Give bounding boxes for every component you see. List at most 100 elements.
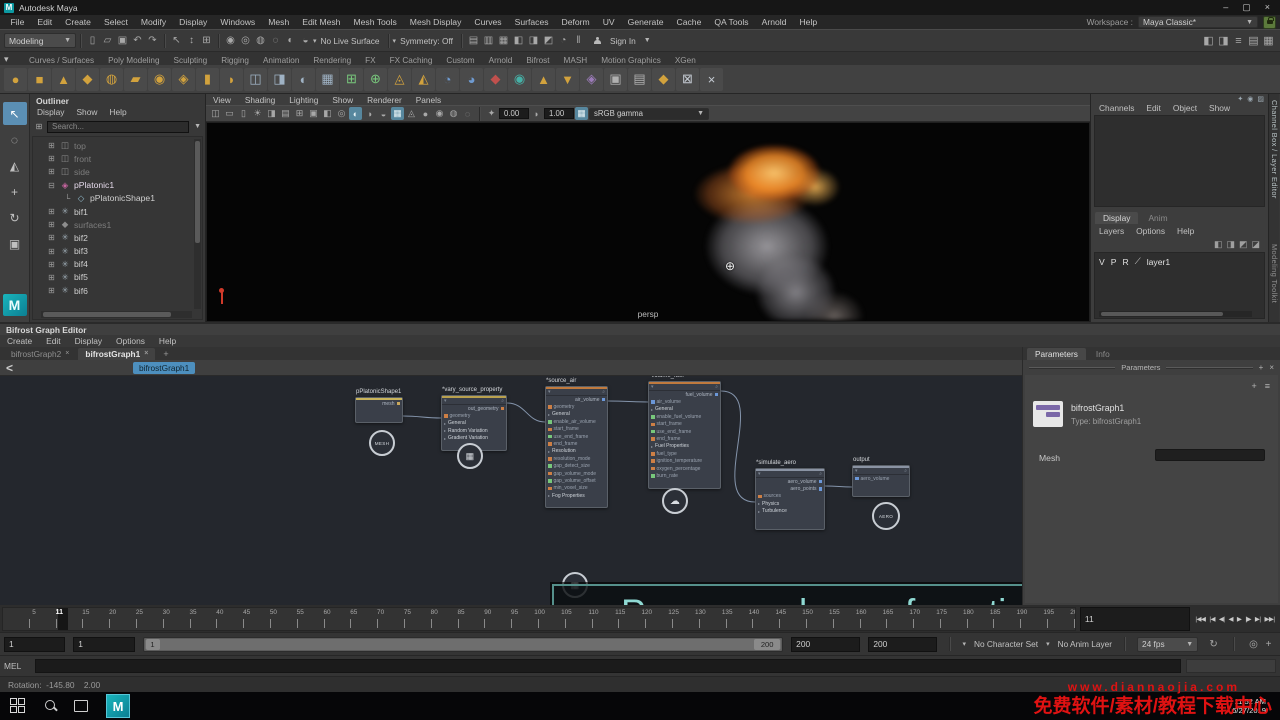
fps-dropdown[interactable]: 24 fps▼: [1137, 637, 1198, 652]
shelf-tool-icon[interactable]: ▲: [52, 68, 75, 91]
shelf-tab[interactable]: Custom: [439, 56, 481, 65]
shelf-tab[interactable]: FX: [358, 56, 382, 65]
graph-editor-menu-item[interactable]: Help: [152, 336, 183, 346]
outliner-item[interactable]: ⊞ ◫ front: [33, 152, 202, 165]
shelf-tool-icon[interactable]: ▮: [196, 68, 219, 91]
tool-button[interactable]: +: [3, 180, 27, 203]
range-end-handle[interactable]: 200: [754, 639, 780, 650]
close-button[interactable]: ×: [1265, 2, 1270, 13]
menu-item[interactable]: Edit Mesh: [296, 17, 347, 27]
pin-icon[interactable]: +: [1259, 363, 1264, 372]
tree-expand-icon[interactable]: ⊞: [47, 220, 56, 229]
outliner-menu-item[interactable]: Help: [104, 107, 131, 117]
node-port[interactable]: gap_volume_mode: [546, 470, 607, 477]
channel-box-corner-icon[interactable]: ◉: [1247, 95, 1253, 103]
node-port[interactable]: start_frame: [649, 421, 720, 428]
file-op-icon[interactable]: ↷: [145, 33, 160, 48]
channel-box-menu-item[interactable]: Channels: [1093, 103, 1140, 113]
channel-box-menu-item[interactable]: Show: [1203, 103, 1236, 113]
shelf-tool-icon[interactable]: ◐: [292, 68, 315, 91]
shelf-tool-icon[interactable]: ◈: [580, 68, 603, 91]
file-op-icon[interactable]: ▯: [85, 33, 100, 48]
menu-item[interactable]: Mesh Tools: [347, 17, 403, 27]
tree-expand-icon[interactable]: ⊞: [47, 233, 56, 242]
node-port[interactable]: burn_rate: [649, 472, 720, 479]
node-port[interactable]: geometry: [546, 403, 607, 410]
channel-box-menu-item[interactable]: Edit: [1140, 103, 1166, 113]
node-port[interactable]: Resolution: [546, 448, 607, 455]
shelf-tool-icon[interactable]: ●: [4, 68, 27, 91]
viewport-toolbar-icon[interactable]: ●: [419, 107, 432, 120]
menu-item[interactable]: Cache: [670, 17, 708, 27]
shelf-tool-icon[interactable]: ▰: [124, 68, 147, 91]
auto-key-icon[interactable]: +: [1261, 637, 1276, 652]
snap-icon[interactable]: ◎: [238, 33, 253, 48]
node-port[interactable]: aero_points: [756, 485, 824, 492]
graph-editor-menu-item[interactable]: Edit: [39, 336, 67, 346]
tab-anim[interactable]: Anim: [1140, 212, 1175, 224]
shelf-tab[interactable]: Poly Modeling: [101, 56, 166, 65]
tab-channel-box-layer-editor[interactable]: Channel Box / Layer Editor: [1270, 100, 1279, 199]
panel-toggle-icon[interactable]: ▦: [1261, 33, 1276, 48]
shelf-tool-icon[interactable]: ⊠: [676, 68, 699, 91]
shelf-tool-icon[interactable]: ◈: [172, 68, 195, 91]
node-port[interactable]: enable_air_volume: [546, 418, 607, 425]
render-icon[interactable]: ◩: [541, 33, 556, 48]
shelf-tab[interactable]: MASH: [557, 56, 595, 65]
menu-item[interactable]: Edit: [31, 17, 59, 27]
layer-color-swatch[interactable]: ⟋: [1135, 256, 1141, 267]
start-button-icon[interactable]: [10, 698, 26, 714]
shelf-tab[interactable]: XGen: [668, 56, 703, 65]
menu-set-dropdown[interactable]: Modeling▼: [4, 33, 76, 48]
node-port[interactable]: Physics: [756, 500, 824, 507]
task-view-icon[interactable]: [74, 700, 88, 712]
shelf-tab[interactable]: Curves / Surfaces: [22, 56, 101, 65]
search-icon[interactable]: [44, 699, 58, 713]
close-icon[interactable]: ×: [1269, 363, 1274, 372]
node-output[interactable]: output ▾⌕ aero_volume: [852, 465, 910, 497]
panel-toggle-icon[interactable]: ◨: [1216, 33, 1231, 48]
node-simulate-aero[interactable]: *simulate_aero ▾⌕ aero_volume aero_point…: [755, 468, 825, 530]
render-icon[interactable]: ▦: [496, 33, 511, 48]
playback-button[interactable]: |▶: [1244, 615, 1253, 623]
snap-icon[interactable]: ◐: [283, 33, 298, 48]
outliner-item[interactable]: ⊟ ◈ pPlatonic1: [33, 179, 202, 192]
shelf-tool-icon[interactable]: ◉: [148, 68, 171, 91]
node-port[interactable]: end_frame: [649, 435, 720, 442]
node-port[interactable]: air_volume: [546, 396, 607, 403]
file-op-icon[interactable]: ▱: [100, 33, 115, 48]
shelf-tool-icon[interactable]: ×: [700, 68, 723, 91]
shelf-tool-icon[interactable]: ◆: [652, 68, 675, 91]
graph-editor-menu-item[interactable]: Create: [0, 336, 39, 346]
menu-item[interactable]: Mesh Display: [403, 17, 468, 27]
viewport-canvas[interactable]: ⊕ persp: [206, 122, 1090, 322]
viewport-toolbar-icon[interactable]: ◫: [209, 107, 222, 120]
render-icon[interactable]: ◧: [511, 33, 526, 48]
outliner-vscrollbar[interactable]: [194, 139, 201, 309]
tab-display[interactable]: Display: [1095, 212, 1138, 224]
layer-editor-menu-item[interactable]: Help: [1171, 226, 1200, 236]
layer-action-icon[interactable]: ◪: [1251, 239, 1260, 250]
selection-mode-icon[interactable]: ↕: [184, 33, 199, 48]
playback-button[interactable]: |◀◀: [1194, 615, 1207, 623]
menu-item[interactable]: UV: [596, 17, 621, 27]
viewport-menu-item[interactable]: Renderer: [360, 95, 409, 105]
tool-button[interactable]: ▣: [3, 232, 27, 255]
menu-item[interactable]: Help: [793, 17, 824, 27]
anim-start-field[interactable]: 1: [4, 637, 65, 652]
shelf-menu-icon[interactable]: ▾: [4, 54, 9, 65]
node-port[interactable]: oxygen_percentage: [649, 465, 720, 472]
node-pplatonicshape1[interactable]: pPlatonicShape1 mesh: [355, 397, 403, 423]
menu-item[interactable]: Deform: [555, 17, 596, 27]
shelf-tool-icon[interactable]: ■: [28, 68, 51, 91]
panel-toggle-icon[interactable]: ▤: [1246, 33, 1261, 48]
node-port[interactable]: ignition_temperature: [649, 458, 720, 465]
shelf-tool-icon[interactable]: ◆: [484, 68, 507, 91]
node-port[interactable]: resolution_mode: [546, 455, 607, 462]
playback-button[interactable]: ◀: [1227, 615, 1234, 623]
back-arrow-button[interactable]: <: [6, 361, 13, 375]
node-graph-canvas[interactable]: pPlatonicShape1 mesh MESH *vary_source_p…: [0, 376, 1022, 605]
workspace-dropdown[interactable]: Maya Classic*▼: [1138, 16, 1258, 28]
menu-item[interactable]: Select: [97, 17, 134, 27]
outliner-item[interactable]: ⊞ ✳ bif3: [33, 245, 202, 258]
